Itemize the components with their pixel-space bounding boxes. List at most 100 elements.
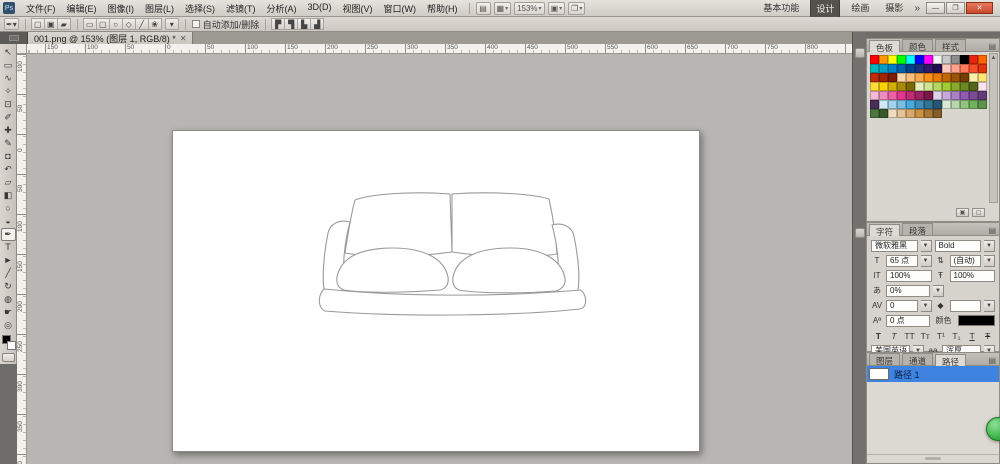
swatches-scrollbar[interactable]: ▲ bbox=[989, 53, 998, 203]
hand-tool[interactable]: ☛ bbox=[1, 306, 16, 319]
workspace-button[interactable]: 绘画 bbox=[846, 0, 874, 18]
path-operation-button[interactable]: ▜ bbox=[284, 18, 298, 30]
color-swatch[interactable] bbox=[933, 64, 942, 73]
color-swatch[interactable] bbox=[915, 91, 924, 100]
font-family-select[interactable]: 微软雅黑 bbox=[871, 240, 918, 252]
leading-input[interactable]: (自动) bbox=[950, 255, 982, 267]
color-swatch[interactable] bbox=[924, 73, 933, 82]
color-swatch[interactable] bbox=[870, 73, 879, 82]
blur-tool[interactable]: ○ bbox=[1, 202, 16, 215]
lasso-tool[interactable]: ∿ bbox=[1, 72, 16, 85]
color-swatch[interactable] bbox=[951, 73, 960, 82]
path-operation-button[interactable]: ▛ bbox=[271, 18, 285, 30]
color-swatch[interactable] bbox=[960, 55, 969, 64]
healing-brush-tool[interactable]: ✚ bbox=[1, 124, 16, 137]
text-style-button[interactable]: Ŧ bbox=[980, 330, 995, 342]
color-swatch[interactable] bbox=[933, 55, 942, 64]
color-swatch[interactable] bbox=[924, 109, 933, 118]
color-swatch[interactable] bbox=[906, 109, 915, 118]
baseline-shift-input[interactable]: 0 点 bbox=[886, 315, 930, 327]
minimize-button[interactable]: — bbox=[926, 2, 945, 14]
color-swatch[interactable] bbox=[978, 91, 987, 100]
color-swatch[interactable] bbox=[924, 91, 933, 100]
zoom-tool[interactable]: ◎ bbox=[1, 319, 16, 332]
color-swatch[interactable] bbox=[942, 100, 951, 109]
color-swatch[interactable] bbox=[870, 91, 879, 100]
color-swatch[interactable] bbox=[969, 91, 978, 100]
text-style-button[interactable]: T¹ bbox=[934, 330, 949, 342]
color-swatch[interactable] bbox=[951, 100, 960, 109]
path-operation-button[interactable]: ▙ bbox=[297, 18, 311, 30]
color-swatch[interactable] bbox=[933, 91, 942, 100]
color-swatch[interactable] bbox=[897, 100, 906, 109]
color-swatch[interactable] bbox=[942, 91, 951, 100]
workspace-button[interactable]: 基本功能 bbox=[758, 0, 804, 18]
color-swatch[interactable] bbox=[888, 55, 897, 64]
vertical-scale-input[interactable]: 100% bbox=[886, 270, 932, 282]
color-swatch[interactable] bbox=[879, 55, 888, 64]
color-swatch[interactable] bbox=[897, 73, 906, 82]
menu-item[interactable]: 编辑(E) bbox=[62, 1, 102, 16]
color-swatch[interactable] bbox=[951, 82, 960, 91]
color-swatch[interactable] bbox=[951, 55, 960, 64]
color-swatch[interactable] bbox=[933, 82, 942, 91]
panel-tab[interactable]: 色板 bbox=[869, 40, 900, 52]
color-swatch[interactable] bbox=[933, 100, 942, 109]
color-swatch[interactable] bbox=[978, 100, 987, 109]
menu-item[interactable]: 文件(F) bbox=[21, 1, 61, 16]
workspace-button[interactable]: 设计 bbox=[810, 0, 840, 18]
color-swatch[interactable] bbox=[978, 82, 987, 91]
color-swatch[interactable] bbox=[897, 109, 906, 118]
quick-selection-tool[interactable]: ✧ bbox=[1, 85, 16, 98]
restore-button[interactable]: ❐ bbox=[946, 2, 965, 14]
panel-tab[interactable]: 通道 bbox=[902, 353, 933, 365]
workspace-overflow-button[interactable]: » bbox=[914, 3, 920, 14]
ruler-origin-corner[interactable] bbox=[17, 44, 27, 54]
close-button[interactable]: ✕ bbox=[966, 2, 993, 14]
color-swatch[interactable] bbox=[915, 82, 924, 91]
color-swatch[interactable] bbox=[942, 82, 951, 91]
color-swatch[interactable] bbox=[888, 82, 897, 91]
color-swatch[interactable] bbox=[933, 109, 942, 118]
type-tool[interactable]: T bbox=[1, 241, 16, 254]
color-swatch[interactable] bbox=[888, 64, 897, 73]
color-swatch[interactable] bbox=[942, 55, 951, 64]
color-swatch[interactable] bbox=[870, 82, 879, 91]
path-row[interactable]: 路径 1 bbox=[867, 366, 999, 382]
color-swatch[interactable] bbox=[879, 100, 888, 109]
font-size-input[interactable]: 65 点 bbox=[886, 255, 918, 267]
shape-tool-button[interactable]: ❀ bbox=[148, 18, 162, 30]
color-swatch[interactable] bbox=[969, 73, 978, 82]
text-style-button[interactable]: T bbox=[965, 330, 980, 342]
vertical-ruler[interactable]: 10050050100150200250300350400 bbox=[17, 54, 27, 464]
3d-orbit-tool[interactable]: ◍ bbox=[1, 293, 16, 306]
panel-tab[interactable]: 样式 bbox=[935, 39, 966, 51]
color-swatch[interactable] bbox=[870, 64, 879, 73]
color-swatch[interactable] bbox=[897, 55, 906, 64]
eyedropper-tool[interactable]: ✐ bbox=[1, 111, 16, 124]
color-swatch[interactable] bbox=[906, 73, 915, 82]
chevron-down-icon[interactable]: ▼ bbox=[921, 300, 932, 312]
color-swatch[interactable] bbox=[915, 100, 924, 109]
drawing-mode-button[interactable]: ▰ bbox=[57, 18, 71, 30]
color-swatch[interactable] bbox=[906, 82, 915, 91]
color-swatch[interactable] bbox=[969, 82, 978, 91]
horizontal-scale-input[interactable]: 100% bbox=[950, 270, 996, 282]
chevron-down-icon[interactable]: ▼ bbox=[984, 300, 995, 312]
tool-preset-picker[interactable]: ✒ ▾ bbox=[4, 18, 19, 30]
color-swatch[interactable] bbox=[897, 64, 906, 73]
panel-menu-icon[interactable]: ▤ bbox=[988, 226, 996, 235]
color-swatch[interactable] bbox=[951, 64, 960, 73]
panel-resize-handle[interactable] bbox=[925, 457, 941, 460]
font-style-select[interactable]: Bold bbox=[935, 240, 982, 252]
text-style-button[interactable]: T₁ bbox=[949, 330, 964, 342]
panel-tab[interactable]: 路径 bbox=[935, 354, 966, 366]
workspace-button[interactable]: 摄影 bbox=[880, 0, 908, 18]
color-swatch[interactable] bbox=[888, 91, 897, 100]
color-swatch[interactable] bbox=[870, 55, 879, 64]
horizontal-ruler[interactable]: 1501005005010015020025030035040045050055… bbox=[27, 44, 852, 54]
panel-tab[interactable]: 图层 bbox=[869, 353, 900, 365]
panel-tab[interactable]: 段落 bbox=[902, 223, 933, 235]
brush-tool[interactable]: ✎ bbox=[1, 137, 16, 150]
shape-tool-button[interactable]: ╱ bbox=[135, 18, 149, 30]
